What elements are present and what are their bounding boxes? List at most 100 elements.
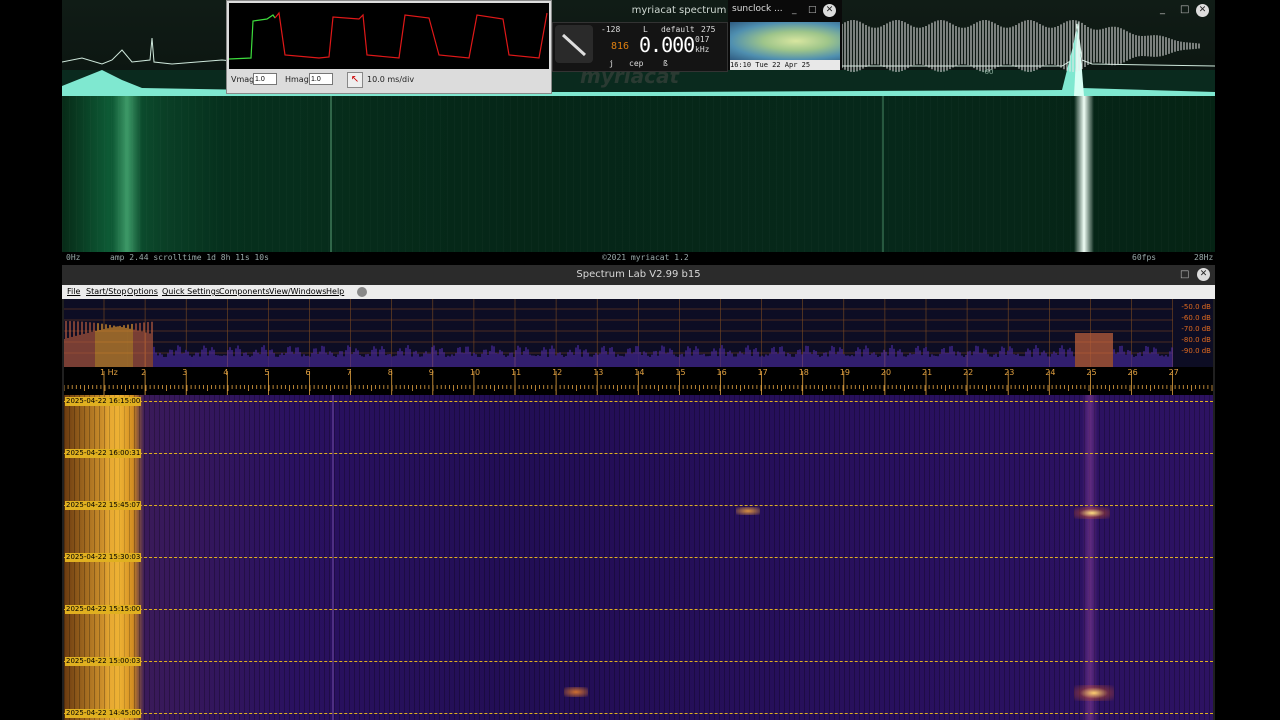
menu-file[interactable]: File [67, 287, 80, 296]
menu-quick-settings[interactable]: Quick Settings [162, 287, 220, 296]
timestamp-label: 2025-04-22 15:15:00 [65, 605, 142, 614]
timestamp-label: 2025-04-22 14:45:00 [65, 709, 142, 718]
freq-small: 017 [695, 35, 710, 44]
hz-label: 12 [552, 368, 563, 377]
dial-icon[interactable] [555, 25, 593, 63]
status-info: amp 2.44 scrolltime 1d 8h 11s 10s [110, 253, 269, 262]
meter-button-1[interactable]: j [609, 59, 614, 68]
timestamp-divider [64, 505, 1213, 507]
timestamp-divider [64, 401, 1213, 403]
frequency-axis: 1 Hz 2 3 4 5 6 7 8 9 10 11 12 13 14 15 16 17 18 19 20 21 22 23… [64, 367, 1213, 395]
hz-label: 26 [1127, 368, 1138, 377]
db-label: -60.0 dB [1181, 314, 1211, 322]
menu-help[interactable]: Help [326, 287, 344, 296]
minimize-icon[interactable]: _ [1160, 4, 1165, 15]
frequency-readout: 0.000 [639, 33, 695, 57]
hz-label: 19 [839, 368, 850, 377]
status-left-hz: 0Hz [66, 253, 81, 262]
waterfall-line [882, 96, 884, 252]
myriacat-waterfall [62, 96, 1215, 252]
waterfall-line [330, 96, 332, 252]
spectrumlab-title: Spectrum Lab V2.99 b15 [62, 265, 1215, 285]
oscilloscope-trace [228, 11, 548, 60]
db-label: -70.0 dB [1181, 325, 1211, 333]
hz-label: 9 [428, 368, 434, 377]
hz-label: 15 [675, 368, 686, 377]
meter-level: -128 [601, 25, 621, 34]
menu-start-stop[interactable]: Start/Stop [86, 287, 126, 296]
oscilloscope-window: Vmag Hmag ↖ 10.0 ms/div [226, 0, 552, 94]
spectrumlab-waterfall: 2025-04-22 16:15:00 2025-04-22 16:00:31 20… [64, 395, 1213, 720]
signal-blob [736, 507, 760, 515]
hz-label: 25 [1086, 368, 1097, 377]
maximize-icon[interactable]: □ [1180, 269, 1189, 280]
hz-label: 13 [593, 368, 604, 377]
vmag-input[interactable] [253, 73, 277, 85]
db-label: -90.0 dB [1181, 347, 1211, 355]
hz-label: 20 [880, 368, 892, 377]
timestamp-divider [64, 453, 1213, 455]
timebase-label: 10.0 ms/div [367, 75, 415, 84]
menu-view-windows[interactable]: View/Windows [269, 287, 326, 296]
hz-label: 7 [346, 368, 352, 377]
timestamp-label: 2025-04-22 15:45:07 [65, 501, 142, 510]
hz-label: 27 [1168, 368, 1179, 377]
db-label: -50.0 dB [1181, 303, 1211, 311]
db-label: -80.0 dB [1181, 336, 1211, 344]
timestamp-divider [64, 557, 1213, 559]
sunclock-time: 16:10 Tue 22 Apr 25 [730, 60, 840, 70]
meter-button-3[interactable]: ß [663, 59, 668, 68]
hz-label: 11 [511, 368, 522, 377]
hz-label: 2 [141, 368, 147, 377]
menu-components[interactable]: Components [219, 287, 270, 296]
hz-label: 4 [223, 368, 229, 377]
hz-label: 17 [757, 368, 768, 377]
hmag-input[interactable] [309, 73, 333, 85]
hz-label: 10 [469, 368, 481, 377]
hz-label: 22 [963, 368, 974, 377]
timestamp-divider [64, 609, 1213, 611]
timestamp-divider [64, 661, 1213, 663]
meter-panel: -128 L default 275 816 0.000 017 kHz j c… [552, 22, 728, 72]
hz-label: 6 [305, 368, 311, 377]
hz-label: 18 [798, 368, 809, 377]
status-copyright: ©2021 myriacat 1.2 [602, 253, 689, 262]
timestamp-divider [64, 713, 1213, 715]
oscilloscope-screen [228, 3, 549, 69]
meter-button-2[interactable]: cep [629, 59, 643, 68]
close-icon[interactable]: ✕ [1197, 268, 1210, 281]
close-icon[interactable]: ✕ [823, 4, 836, 17]
maximize-icon[interactable]: □ [1180, 4, 1189, 15]
hz-label: 16 [716, 368, 727, 377]
meter-orange-readout: 816 [611, 41, 630, 52]
status-led-icon [357, 287, 367, 297]
waterfall-band [112, 96, 142, 252]
hz-label: 5 [264, 368, 270, 377]
waterfall-line [1074, 96, 1094, 252]
spectrumlab-window: Spectrum Lab V2.99 b15 □ ✕ File Start/St… [62, 265, 1215, 720]
meter-number: 275 [701, 25, 716, 34]
spectrumlab-spectrum: -50.0 dB -60.0 dB -70.0 dB -80.0 dB -90.… [64, 299, 1213, 367]
menu-options[interactable]: Options [127, 287, 158, 296]
hz-label: 3 [182, 368, 188, 377]
hz-label: 8 [387, 368, 393, 377]
myriacat-status-bar: 0Hz amp 2.44 scrolltime 1d 8h 11s 10s ©2… [62, 252, 1215, 264]
status-fps: 60fps [1132, 253, 1157, 262]
hz-label: 23 [1004, 368, 1015, 377]
spectrum-graph [64, 299, 1173, 367]
cursor-icon[interactable]: ↖ [347, 72, 363, 88]
close-icon[interactable]: ✕ [1196, 4, 1209, 17]
timestamp-label: 2025-04-22 16:15:00 [65, 397, 142, 406]
hz-label: 24 [1045, 368, 1056, 377]
signal-blob [564, 687, 588, 697]
minimize-icon[interactable]: _ [792, 5, 797, 15]
status-right-hz: 28Hz [1194, 253, 1214, 262]
hz-label: 21 [922, 368, 933, 377]
maximize-icon[interactable]: □ [808, 5, 817, 15]
signal-blob [1074, 507, 1110, 519]
timestamp-label: 2025-04-22 15:30:03 [65, 553, 142, 562]
oscilloscope-controls: Vmag Hmag ↖ 10.0 ms/div [227, 69, 551, 93]
timestamp-label: 2025-04-22 15:00:03 [65, 657, 142, 666]
sunclock-title: sunclock ... [732, 4, 783, 14]
waveform-label: -60 [982, 68, 993, 76]
